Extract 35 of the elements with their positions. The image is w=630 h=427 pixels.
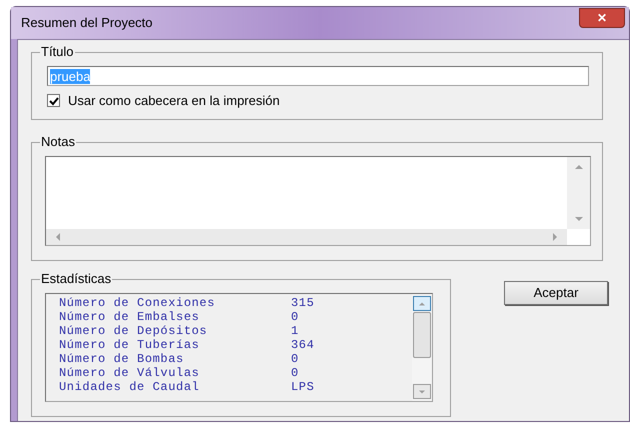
scroll-thumb[interactable] — [413, 312, 431, 358]
statistic-value: 364 — [291, 338, 314, 352]
field-value: prueba — [50, 68, 90, 84]
statistic-value: 0 — [291, 352, 299, 366]
arrow-up-icon[interactable] — [418, 300, 426, 306]
statistic-name: Unidades de Caudal — [59, 380, 200, 394]
statistic-name: Número de Embalses — [59, 310, 200, 324]
arrow-up-icon[interactable] — [574, 163, 584, 171]
notes-field[interactable] — [45, 156, 591, 246]
checkbox-label: Usar como cabecera en la impresión — [68, 92, 280, 110]
checkbox[interactable] — [47, 94, 60, 108]
arrow-down-icon[interactable] — [418, 388, 426, 394]
statistic-name: Número de Conexiones — [59, 296, 216, 310]
arrow-right-icon[interactable] — [551, 232, 559, 242]
statistic-value: LPS — [291, 380, 314, 394]
statistic-value: 0 — [291, 366, 299, 380]
statistic-name: Número de Depósitos — [59, 324, 208, 338]
statistic-value: 0 — [291, 310, 299, 324]
statistic-name: Número de Tuberías — [59, 338, 200, 352]
arrow-down-icon[interactable] — [574, 215, 584, 223]
accept-button[interactable]: Aceptar — [504, 281, 608, 305]
arrow-left-icon[interactable] — [54, 232, 62, 242]
statistic-name: Número de Bombas — [59, 352, 185, 366]
close-button[interactable]: ✕ — [579, 8, 625, 28]
vertical-scrollbar[interactable] — [567, 157, 590, 229]
vertical-scrollbar[interactable] — [412, 294, 432, 401]
title-field[interactable]: prueba — [47, 66, 589, 86]
window-title: Resumen del Proyecto — [21, 14, 153, 32]
horizontal-scrollbar[interactable] — [46, 229, 567, 245]
statistic-value: 1 — [291, 324, 299, 338]
statistic-name: Número de Válvulas — [59, 366, 200, 380]
check-icon — [48, 96, 58, 106]
scroll-up-button[interactable] — [413, 296, 431, 311]
statistic-value: 315 — [291, 296, 314, 310]
scroll-down-button[interactable] — [413, 384, 431, 399]
